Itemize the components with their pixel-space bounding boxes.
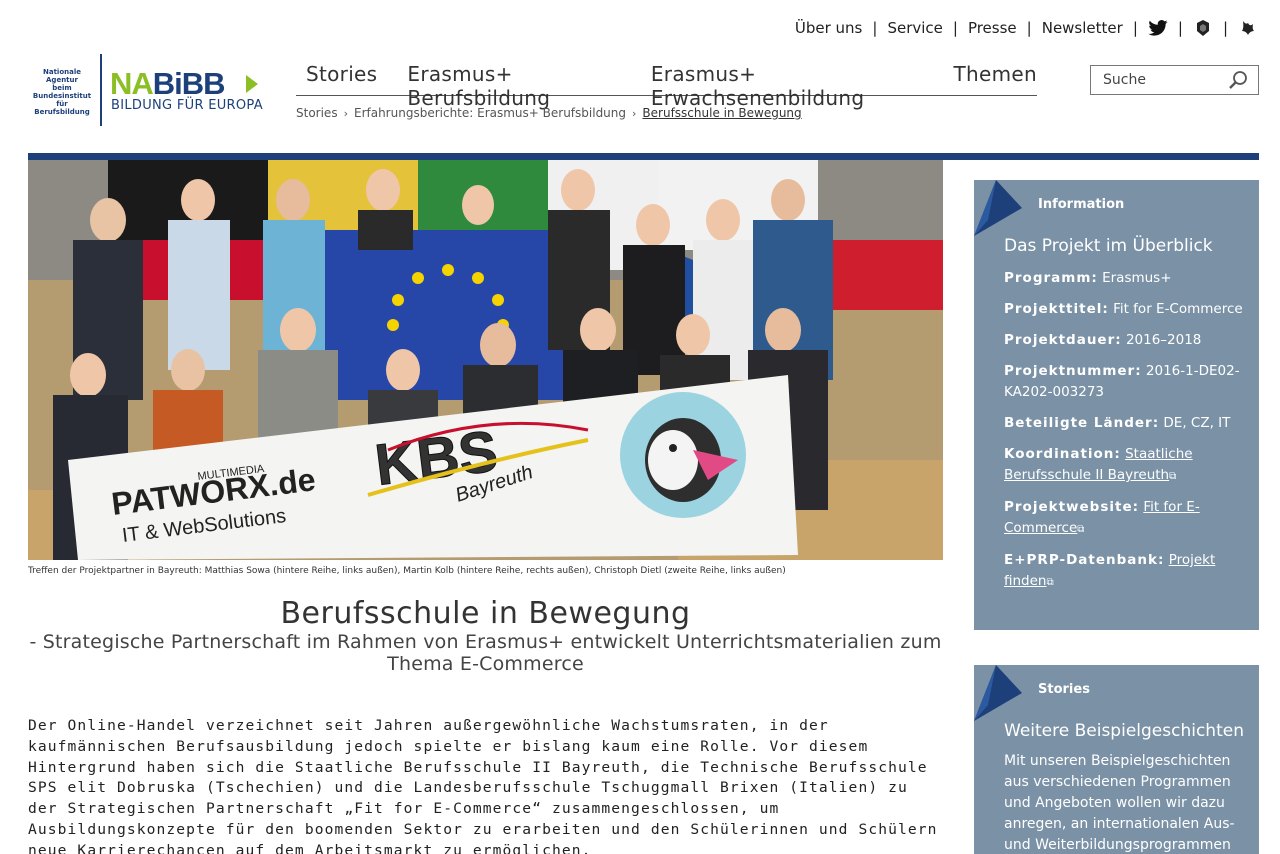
- top-navigation: Über uns | Service | Presse | Newsletter…: [795, 18, 1258, 38]
- stories-box: Stories Weitere Beispielgeschichten Mit …: [974, 665, 1259, 854]
- brand-na: NA: [110, 66, 154, 101]
- group-photo: MULTIMEDIA PATWORX.de IT & WebSolutions …: [28, 160, 943, 560]
- topnav-link-about[interactable]: Über uns: [795, 19, 863, 37]
- breadcrumb-item[interactable]: Erfahrungsberichte: Erasmus+ Berufsbildu…: [354, 106, 626, 120]
- separator: |: [1026, 19, 1032, 37]
- nav-item-stories[interactable]: Stories: [306, 62, 377, 86]
- box-text: Mit unseren Beispielgeschichten aus vers…: [1004, 753, 1235, 853]
- topnav-link-service[interactable]: Service: [887, 19, 942, 37]
- search-box: [1090, 65, 1259, 95]
- detail-row: Projektwebsite: Fit for E-Commerce⧉: [1004, 497, 1244, 540]
- detail-key: Projektnummer:: [1004, 363, 1142, 379]
- logo-divider: [100, 54, 102, 126]
- podcast-icon[interactable]: [1193, 18, 1213, 38]
- external-link-icon: ⧉: [1077, 524, 1085, 535]
- detail-key: Koordination:: [1004, 446, 1121, 462]
- separator: |: [952, 19, 958, 37]
- main-navigation: Stories Erasmus+ Berufsbildung Erasmus+ …: [296, 62, 1037, 110]
- agency-line: beim Bundesinstitut: [32, 84, 92, 100]
- agency-line: Nationale Agentur: [43, 68, 81, 84]
- box-tag: Information: [1038, 197, 1125, 212]
- chevron-right-icon: ›: [343, 106, 348, 120]
- logo[interactable]: Nationale Agentur beim Bundesinstitut fü…: [28, 54, 263, 126]
- nav-item-themen[interactable]: Themen: [954, 62, 1037, 86]
- corner-flag-icon: [974, 665, 1022, 721]
- brand-subtitle: BILDUNG FÜR EUROPA: [111, 98, 263, 113]
- topnav-link-press[interactable]: Presse: [968, 19, 1017, 37]
- breadcrumb-current[interactable]: Berufsschule in Bewegung: [642, 106, 801, 120]
- image-caption: Treffen der Projektpartner in Bayreuth: …: [28, 566, 786, 576]
- separator: |: [1222, 19, 1228, 37]
- agency-name: Nationale Agentur beim Bundesinstitut fü…: [28, 68, 96, 116]
- twitter-icon[interactable]: [1148, 18, 1168, 38]
- search-input[interactable]: [1103, 72, 1223, 88]
- topnav-link-newsletter[interactable]: Newsletter: [1042, 19, 1123, 37]
- detail-key: Projektdauer:: [1004, 332, 1122, 348]
- brand-wordmark: NABiBB: [110, 66, 226, 102]
- box-title: Das Projekt im Überblick: [1004, 236, 1213, 256]
- chevron-right-icon: ›: [632, 106, 637, 120]
- nav-item-berufsbildung[interactable]: Erasmus+ Berufsbildung: [407, 62, 620, 110]
- corner-flag-icon: [974, 180, 1022, 236]
- brand-bibb: BiBB: [152, 66, 226, 101]
- article-lead: Der Online-Handel verzeichnet seit Jahre…: [28, 717, 938, 854]
- box-title[interactable]: Weitere Beispielgeschichten: [1004, 721, 1244, 741]
- project-details: Programm: Erasmus+ Projekttitel: Fit for…: [1004, 268, 1244, 603]
- detail-key: Projekttitel:: [1004, 301, 1109, 317]
- soundcloud-icon[interactable]: [1238, 18, 1258, 38]
- detail-key: Projektwebsite:: [1004, 499, 1140, 515]
- hero-image: MULTIMEDIA PATWORX.de IT & WebSolutions …: [28, 160, 943, 560]
- detail-value: Fit for E-Commerce: [1113, 301, 1243, 317]
- info-box: Information Das Projekt im Überblick Pro…: [974, 180, 1259, 630]
- detail-row: Koordination: Staatliche Berufsschule II…: [1004, 444, 1244, 487]
- search-icon[interactable]: [1228, 70, 1248, 90]
- separator: |: [1132, 19, 1138, 37]
- detail-key: Beteiligte Länder:: [1004, 415, 1160, 431]
- detail-row: Projektnummer: 2016-1-DE02-KA202-003273: [1004, 361, 1244, 403]
- breadcrumb: Stories › Erfahrungsberichte: Erasmus+ B…: [296, 106, 802, 120]
- separator: |: [1177, 19, 1183, 37]
- separator: |: [872, 19, 878, 37]
- external-link-icon: ⧉: [1046, 577, 1054, 588]
- detail-key: Programm:: [1004, 270, 1098, 286]
- detail-row: Programm: Erasmus+: [1004, 268, 1244, 289]
- detail-row: Projekttitel: Fit for E-Commerce: [1004, 299, 1244, 320]
- box-tag: Stories: [1038, 682, 1090, 697]
- nav-item-erwachsenenbildung[interactable]: Erasmus+ Erwachsenenbildung: [651, 62, 924, 110]
- detail-value: DE, CZ, IT: [1163, 415, 1231, 431]
- detail-row: E+PRP-Datenbank: Projekt finden⧉: [1004, 550, 1244, 593]
- detail-value: 2016–2018: [1125, 332, 1202, 348]
- detail-row: Beteiligte Länder: DE, CZ, IT: [1004, 413, 1244, 434]
- brand-arrow-icon: [246, 75, 258, 93]
- detail-key: E+PRP-Datenbank:: [1004, 552, 1165, 568]
- page-subtitle: - Strategische Partnerschaft im Rahmen v…: [29, 631, 942, 675]
- detail-value: Erasmus+: [1102, 270, 1172, 286]
- external-link-icon: ⧉: [1169, 471, 1177, 482]
- detail-row: Projektdauer: 2016–2018: [1004, 330, 1244, 351]
- header-divider: [28, 153, 1259, 160]
- breadcrumb-item[interactable]: Stories: [296, 106, 338, 120]
- agency-line: für Berufsbildung: [34, 100, 90, 116]
- page-title: Berufsschule in Bewegung: [280, 596, 691, 631]
